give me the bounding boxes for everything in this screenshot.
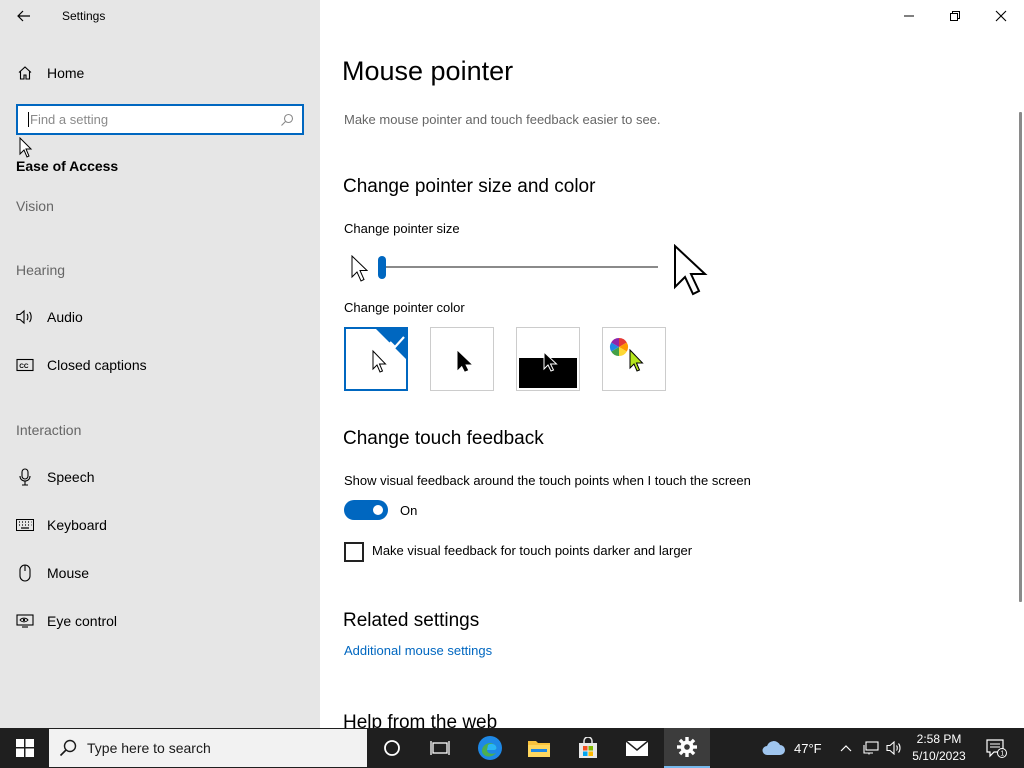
pointer-color-label: Change pointer color (344, 300, 465, 315)
sidebar-item-audio[interactable]: Audio (16, 308, 83, 326)
pointer-size-label: Change pointer size (344, 221, 460, 236)
cortana-button[interactable] (371, 728, 413, 768)
cortana-icon (384, 740, 400, 756)
notification-icon: 1 (986, 739, 1007, 758)
section-heading-interaction: Interaction (16, 422, 82, 438)
search-icon[interactable] (280, 113, 294, 127)
network-button[interactable] (860, 728, 882, 768)
file-explorer-button[interactable] (517, 728, 561, 768)
sidebar-item-label: Closed captions (47, 357, 147, 373)
microphone-icon (16, 468, 34, 486)
action-center-button[interactable]: 1 (978, 728, 1014, 768)
page-description: Make mouse pointer and touch feedback ea… (344, 112, 661, 127)
sidebar-item-label: Audio (47, 309, 83, 325)
search-icon (59, 739, 77, 757)
settings-taskbar-button[interactable] (664, 728, 710, 768)
speaker-icon (16, 308, 34, 326)
darker-larger-checkbox[interactable] (344, 542, 364, 562)
task-view-button[interactable] (419, 728, 461, 768)
toggle-state-label: On (400, 503, 418, 518)
taskbar-clock[interactable]: 2:58 PM 5/10/2023 (906, 731, 972, 765)
large-pointer-icon (674, 244, 708, 296)
volume-icon (886, 741, 901, 755)
sidebar-item-label: Home (47, 65, 85, 81)
task-view-icon (430, 741, 450, 755)
close-button[interactable] (978, 0, 1024, 32)
network-icon (863, 741, 879, 755)
eye-control-icon (16, 612, 34, 630)
show-hidden-icons-button[interactable] (837, 728, 855, 768)
mouse-icon (16, 564, 34, 582)
scrollbar[interactable] (1019, 112, 1022, 602)
restore-button[interactable] (932, 0, 978, 32)
page-title: Mouse pointer (342, 56, 514, 86)
sidebar-item-home[interactable]: Home (16, 64, 84, 82)
sidebar-item-label: Mouse (47, 565, 90, 581)
restore-icon (950, 11, 960, 21)
pointer-color-black[interactable] (430, 327, 494, 391)
mouse-cursor-icon (19, 137, 33, 158)
volume-button[interactable] (883, 728, 905, 768)
cloud-icon (762, 741, 785, 755)
section-heading-vision: Vision (16, 198, 54, 214)
darker-larger-checkbox-label[interactable]: Make visual feedback for touch points da… (372, 543, 692, 558)
taskbar-search-box[interactable]: Type here to search (49, 729, 367, 767)
setting-search-input[interactable] (30, 112, 280, 127)
pointer-size-slider-thumb[interactable] (378, 256, 386, 279)
minimize-button[interactable] (886, 0, 932, 32)
clock-date: 5/10/2023 (912, 749, 966, 763)
pointer-size-slider-track[interactable] (381, 266, 658, 268)
svg-text:CC: CC (19, 363, 29, 370)
windows-logo-icon (15, 739, 34, 757)
keyboard-icon (16, 516, 34, 534)
touch-feedback-label: Show visual feedback around the touch po… (344, 473, 751, 488)
section-heading-hearing: Hearing (16, 262, 66, 278)
store-button[interactable] (566, 728, 610, 768)
start-button[interactable] (0, 728, 49, 768)
sidebar-item-label: Keyboard (47, 517, 107, 533)
edge-button[interactable] (468, 728, 512, 768)
clock-time: 2:58 PM (916, 732, 962, 746)
sidebar-item-speech[interactable]: Speech (16, 468, 94, 486)
file-explorer-icon (528, 741, 550, 757)
pointer-color-custom[interactable] (602, 327, 666, 391)
small-pointer-icon (351, 255, 368, 282)
back-arrow-icon (17, 10, 30, 22)
weather-temperature: 47°F (794, 740, 822, 756)
touch-feedback-toggle[interactable] (344, 500, 388, 520)
edge-browser-icon (478, 736, 502, 760)
text-caret (28, 112, 29, 127)
toggle-knob (373, 505, 383, 515)
pointer-color-white[interactable] (344, 327, 408, 391)
microsoft-store-icon (579, 737, 597, 758)
taskbar: Type here to search 47°F 2:58 PM 5/10/20… (0, 728, 1024, 768)
additional-mouse-settings-link[interactable]: Additional mouse settings (344, 643, 492, 658)
minimize-icon (904, 15, 914, 17)
chevron-up-icon (840, 745, 852, 752)
sidebar: Settings Home Ease of Access Vision Hear… (0, 0, 320, 728)
app-title: Settings (62, 9, 106, 23)
mail-icon (625, 740, 649, 756)
back-button[interactable] (12, 6, 36, 26)
setting-search-box[interactable] (16, 104, 304, 135)
gear-icon (677, 737, 697, 757)
taskbar-search-placeholder: Type here to search (87, 740, 211, 756)
section-heading-touch: Change touch feedback (343, 428, 544, 449)
sidebar-item-eye-control[interactable]: Eye control (16, 612, 117, 630)
sidebar-item-label: Speech (47, 469, 95, 485)
section-heading-related: Related settings (343, 610, 480, 631)
sidebar-item-closed-captions[interactable]: CC Closed captions (16, 356, 147, 374)
home-icon (16, 64, 34, 82)
notification-count: 1 (1000, 751, 1004, 758)
closed-captions-icon: CC (16, 356, 34, 374)
sidebar-item-mouse[interactable]: Mouse (16, 564, 89, 582)
weather-widget[interactable]: 47°F (760, 728, 828, 768)
category-title: Ease of Access (16, 158, 119, 174)
close-icon (995, 10, 1007, 22)
pointer-color-inverted[interactable] (516, 327, 580, 391)
sidebar-item-keyboard[interactable]: Keyboard (16, 516, 107, 534)
section-heading-pointer: Change pointer size and color (343, 176, 596, 197)
mail-button[interactable] (615, 728, 659, 768)
sidebar-item-label: Eye control (47, 613, 118, 629)
